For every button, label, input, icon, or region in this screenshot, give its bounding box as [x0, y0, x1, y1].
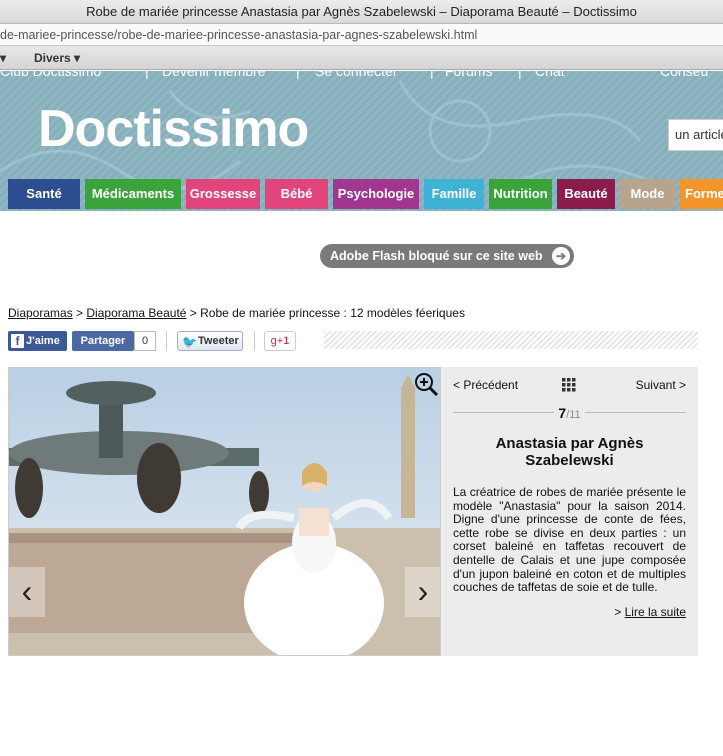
topnav-forums[interactable]: Forums	[445, 71, 492, 79]
topnav-sep: |	[518, 71, 522, 79]
window-title: Robe de mariée princesse Anastasia par A…	[0, 0, 723, 24]
slide-counter: 7/11	[441, 405, 698, 421]
tweet-label: Tweeter	[198, 335, 239, 347]
slide-title: Anastasia par Agnès Szabelewski	[495, 435, 644, 469]
tab-bebe[interactable]: Bébé	[265, 179, 328, 209]
breadcrumb: Diaporamas > Diaporama Beauté > Robe de …	[8, 306, 465, 320]
main-navigation: Santé Médicaments Grossesse Bébé Psychol…	[0, 179, 723, 211]
arrow-right-icon: ➔	[552, 247, 570, 265]
divider	[166, 331, 167, 351]
flash-blocked-button[interactable]: Adobe Flash bloqué sur ce site web ➔	[320, 244, 574, 268]
slide-current: 7	[558, 405, 567, 421]
facebook-like-button[interactable]: f J'aime	[8, 331, 67, 351]
tab-forme[interactable]: Forme	[680, 179, 723, 209]
bookmarks-bar: ▾ Divers ▾	[0, 46, 723, 70]
topnav-more[interactable]: Conseu	[660, 71, 708, 79]
grid-icon[interactable]	[562, 378, 576, 392]
breadcrumb-diaporama-beaute[interactable]: Diaporama Beauté	[86, 306, 186, 320]
facebook-like-label: J'aime	[26, 335, 60, 347]
decorative-stripes	[324, 331, 698, 349]
topnav-chat[interactable]: Chat	[535, 71, 565, 79]
top-navigation: Club Doctissimo | Devenir membre | Se co…	[0, 71, 723, 83]
tab-nutrition[interactable]: Nutrition	[489, 179, 552, 209]
breadcrumb-diaporamas[interactable]: Diaporamas	[8, 306, 73, 320]
tab-psychologie[interactable]: Psychologie	[333, 179, 419, 209]
read-more-prefix: >	[614, 605, 625, 619]
tab-mode[interactable]: Mode	[620, 179, 675, 209]
topnav-sep: |	[296, 71, 300, 79]
bookmark-folder-1[interactable]: ▾	[0, 46, 6, 70]
tab-sante[interactable]: Santé	[8, 179, 80, 209]
address-bar[interactable]: de-mariee-princesse/robe-de-mariee-princ…	[0, 24, 723, 46]
slideshow-image[interactable]: ‹ ›	[8, 367, 441, 656]
google-plus-button[interactable]: g+1	[264, 331, 296, 351]
breadcrumb-sep: >	[186, 306, 201, 320]
next-link[interactable]: Suivant >	[636, 378, 686, 392]
topnav-club[interactable]: Club Doctissimo	[0, 71, 101, 79]
read-more-link[interactable]: Lire la suite	[625, 605, 686, 619]
breadcrumb-current: Robe de mariée princesse : 12 modèles fé…	[200, 306, 465, 320]
breadcrumb-sep: >	[72, 306, 87, 320]
facebook-icon: f	[11, 334, 24, 348]
site-logo[interactable]: Doctissimo	[38, 99, 309, 159]
read-more: > Lire la suite	[614, 605, 686, 619]
slide-total: /11	[566, 409, 581, 421]
tab-medicaments[interactable]: Médicaments	[85, 179, 181, 209]
search-input[interactable]: un article	[668, 119, 723, 151]
slide-description: La créatrice de robes de mariée présente…	[453, 485, 686, 595]
topnav-sep: |	[430, 71, 434, 79]
twitter-icon: 🐦	[182, 335, 197, 349]
share-count: 0	[134, 331, 156, 351]
tab-famille[interactable]: Famille	[424, 179, 484, 209]
facebook-share-button[interactable]: Partager	[72, 331, 134, 351]
flash-blocked-label: Adobe Flash bloqué sur ce site web	[330, 249, 543, 263]
bookmark-folder-divers[interactable]: Divers ▾	[34, 46, 80, 70]
tab-grossesse[interactable]: Grossesse	[186, 179, 260, 209]
slide-info-panel: < Précédent Suivant > 7/11 Anastasia par…	[441, 367, 698, 656]
slide-next-arrow[interactable]: ›	[405, 567, 440, 617]
slide-prev-arrow[interactable]: ‹	[9, 567, 45, 617]
zoom-in-icon[interactable]	[413, 371, 439, 397]
tweet-button[interactable]: 🐦 Tweeter	[177, 331, 243, 351]
wedding-dress-photo	[9, 368, 440, 655]
previous-link[interactable]: < Précédent	[453, 378, 518, 392]
tab-beaute[interactable]: Beauté	[557, 179, 615, 209]
topnav-login[interactable]: Se connecter	[315, 71, 398, 79]
topnav-member[interactable]: Devenir membre	[162, 71, 265, 79]
topnav-sep: |	[145, 71, 149, 79]
divider	[254, 331, 255, 351]
